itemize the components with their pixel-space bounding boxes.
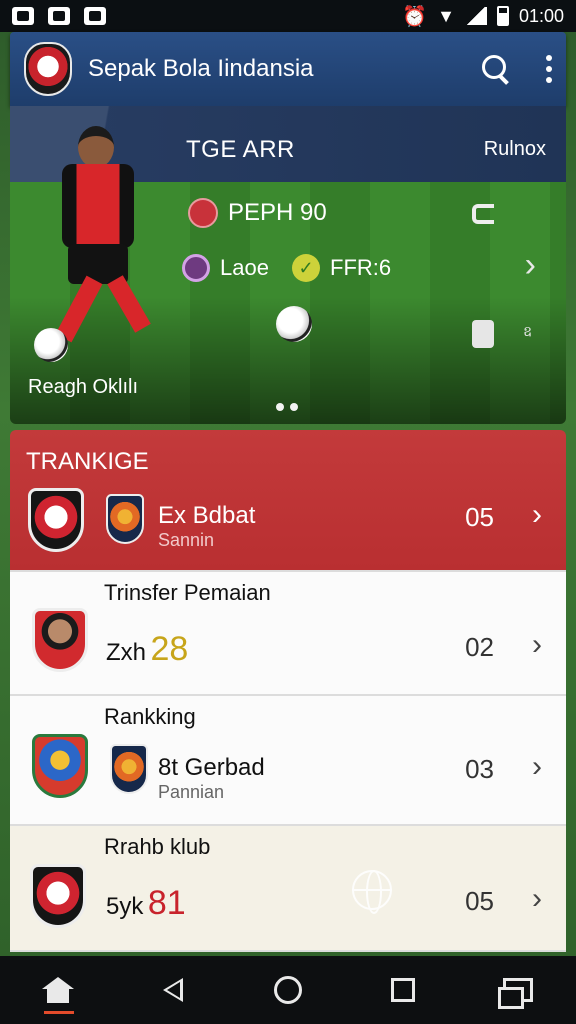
more-options-icon[interactable] [546,55,552,83]
list-item-count: 02 [465,632,494,662]
chevron-right-icon[interactable]: › [532,882,542,916]
carousel-pager[interactable] [276,403,298,411]
club-crest-icon [110,744,148,794]
club-crest-icon [32,734,88,798]
club-crest-icon [30,864,86,928]
back-icon [162,978,183,1002]
status-time: 01:00 [518,5,564,26]
active-indicator [43,1011,74,1014]
nav-recents-button[interactable] [373,962,433,1018]
app-title: Sepak Bola Iindansia [88,55,314,82]
nav-multiwindow-button[interactable] [488,962,548,1018]
list-item-number: 28 [150,630,189,668]
hero-title: TGE ARR [186,136,295,163]
battery-icon [496,6,509,26]
image-notification-icon [48,7,70,25]
hero-card[interactable]: TGE ARR Rulnox PEPH 90 Laoe ✓ FFR:6 › ឧ … [10,106,566,424]
signal-icon [464,7,487,25]
purple-badge-icon [182,254,210,282]
list-item-name: 5yk [106,893,144,920]
red-badge-icon [188,198,218,228]
hero-stat-2: Laoe [182,254,269,282]
wifi-icon: ▼ [437,5,455,26]
list-item-caption: Rrahb klub [104,834,211,859]
app-bar: Sepak Bola Iindansia [10,32,566,106]
club-crest-icon [28,488,84,552]
hero-stat-3: ✓ FFR:6 [292,254,391,282]
notification-icon [12,7,34,25]
multiwindow-icon [498,978,534,1009]
list-item[interactable]: TRANKIGE Ex Bdbat Sannin 05 › [10,430,566,572]
list-item-sub: Sannin [158,530,215,550]
bracket-icon [472,204,494,224]
player-image [40,126,190,356]
list-item-sub: Pannian [158,782,225,802]
hero-action-button[interactable] [472,320,494,348]
list-item-name: Zxh [106,639,147,666]
hero-caption: Reagh Oklılı [28,376,139,398]
app-notification-icon [84,7,106,25]
globe-icon [352,870,392,914]
list-item[interactable]: Trinsfer Pemaian Zxh 28 02 › [10,572,566,696]
circle-home-icon [273,976,302,1004]
chevron-right-icon[interactable]: › [525,246,536,285]
chevron-right-icon[interactable]: › [532,498,542,532]
list-item-name: Ex Bdbat [158,502,256,529]
alarm-icon: ⏰ [402,5,428,28]
list-item-name: 8t Gerbad [158,754,265,781]
search-icon[interactable] [482,55,510,83]
hero-mini-label: ឧ [523,323,532,339]
club-logo [24,42,72,96]
list-item[interactable]: Rrahb klub 5yk 81 05 › [10,826,566,952]
bottom-nav [0,956,576,1024]
list-item-caption: Trinsfer Pemaian [104,580,271,605]
check-icon: ✓ [292,254,320,282]
nav-back-button[interactable] [143,962,203,1018]
ball-icon [276,306,312,342]
hero-right-label[interactable]: Rulnox [484,138,546,161]
chevron-right-icon[interactable]: › [532,628,542,662]
recents-icon [391,978,416,1002]
ball-icon [34,328,68,362]
nav-home-circle-button[interactable] [258,962,318,1018]
list-item-number: 81 [147,884,186,922]
hero-stat-1: PEPH 90 [188,198,327,228]
club-crest-icon [106,494,144,544]
home-icon [41,977,74,1003]
player-avatar [32,608,88,672]
list-item-count: 05 [465,886,494,916]
list-item-count: 05 [465,502,494,532]
list-item-title: TRANKIGE [26,448,149,475]
list-item[interactable]: Rankking 8t Gerbad Pannian 03 › [10,696,566,826]
list-item-count: 03 [465,754,494,784]
chevron-right-icon[interactable]: › [532,750,542,784]
status-bar: ⏰ ▼ 01:00 [0,0,576,32]
content-list: TRANKIGE Ex Bdbat Sannin 05 › Trinsfer P… [10,430,566,952]
list-item-caption: Rankking [104,704,196,729]
nav-home-button[interactable] [28,962,88,1018]
